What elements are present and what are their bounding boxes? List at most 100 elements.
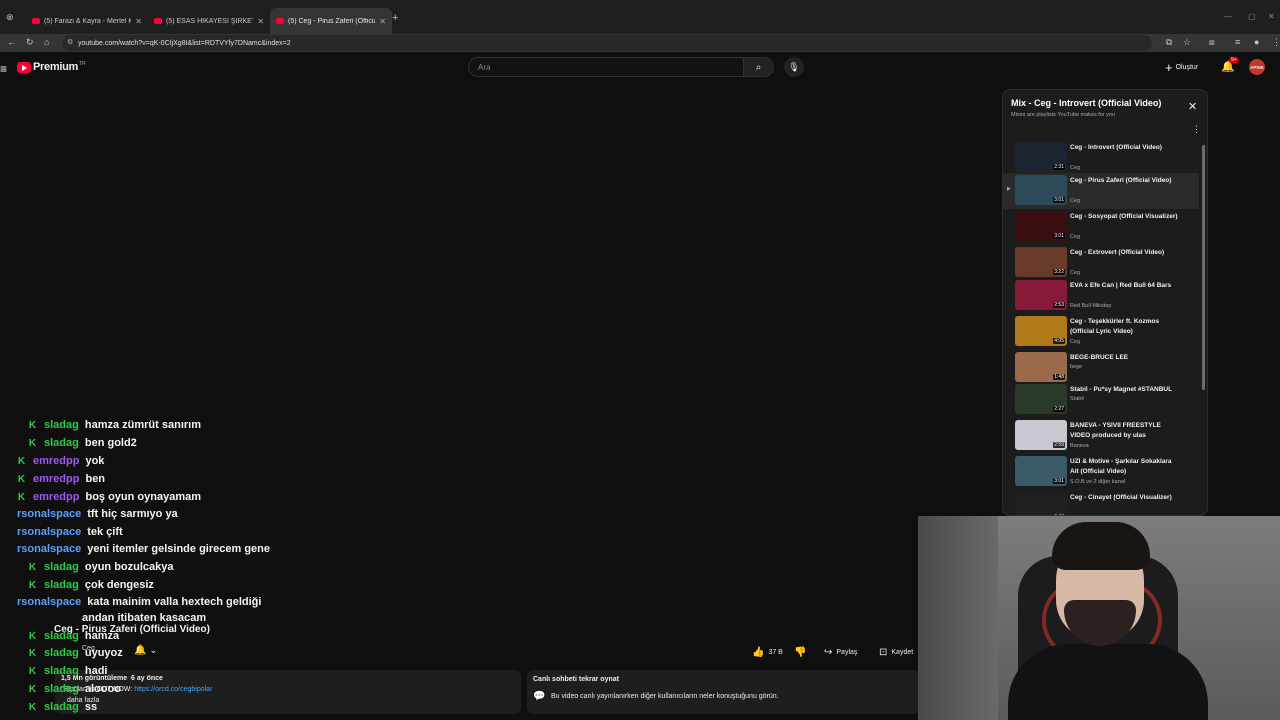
video-title[interactable]: BANEVA - YSIVII FREESTYLE VIDEO produced…: [1070, 421, 1180, 441]
maximize-icon[interactable]: ▢: [1248, 12, 1256, 21]
address-bar[interactable]: ⚙ youtube.com/watch?v=qK-0CtjXg8I&list=R…: [62, 35, 1152, 51]
browser-tab[interactable]: (5) Farazi & Kayra - Mertel Kavis✕: [26, 8, 148, 34]
playlist-item[interactable]: 3:22 Ceg - Extrovert (Official Video) Ceg: [1003, 245, 1199, 281]
kick-badge-icon: K: [17, 473, 26, 485]
avatar[interactable]: APSIK: [1249, 59, 1265, 75]
profile-icon[interactable]: ●: [1254, 37, 1259, 47]
playlist-item[interactable]: 1:48 BEGE-BRUCE LEE bege: [1003, 350, 1199, 386]
video-thumbnail[interactable]: 2:53: [1015, 280, 1067, 310]
chat-username[interactable]: sladag: [44, 419, 79, 431]
browser-menu-icon[interactable]: ⋮: [1272, 37, 1280, 48]
like-button[interactable]: 👍 37 B: [752, 644, 783, 660]
chat-username[interactable]: sladag: [44, 579, 79, 591]
playlist-item[interactable]: ▶ 3:01 Ceg - Pirus Zaferi (Official Video)…: [1003, 173, 1199, 209]
description-link[interactable]: https://orcd.co/cegbipolar: [134, 686, 212, 693]
video-thumbnail[interactable]: 3:01: [1015, 175, 1067, 205]
chat-username[interactable]: rsonalspace: [17, 526, 81, 538]
chat-username[interactable]: rsonalspace: [17, 543, 81, 555]
video-title[interactable]: Ceg - Cinayet (Official Visualizer): [1070, 493, 1180, 503]
dislike-button[interactable]: 👎: [794, 644, 810, 660]
chat-username[interactable]: sladag: [44, 647, 79, 659]
playlist-item[interactable]: 2:27 Stabil - Pu*sy Magnet #STANBUL Stabil: [1003, 382, 1199, 418]
close-icon[interactable]: ✕: [1188, 100, 1197, 113]
chat-username[interactable]: sladag: [44, 630, 79, 642]
video-thumbnail[interactable]: 3:01: [1015, 456, 1067, 486]
sidebar-icon[interactable]: ≡: [1235, 37, 1240, 47]
playlist-item[interactable]: 2:53 EVA x Efe Can | Red Bull 64 Bars Red …: [1003, 278, 1199, 314]
playlist-item[interactable]: 2:39Ceg - Cinayet (Official Visualizer): [1003, 490, 1199, 515]
chat-username[interactable]: emredpp: [33, 473, 79, 485]
video-title[interactable]: Ceg - Introvert (Official Video): [1070, 143, 1180, 153]
site-info-icon[interactable]: ⚙: [67, 38, 73, 46]
video-title[interactable]: Ceg - Sosyopat (Official Visualizer): [1070, 212, 1180, 222]
chat-username[interactable]: sladag: [44, 561, 79, 573]
notifications-button[interactable]: 🔔 9+: [1221, 57, 1239, 73]
voice-search-button[interactable]: 🎙: [784, 57, 804, 77]
plus-icon: +: [1165, 59, 1173, 75]
chat-username[interactable]: rsonalspace: [17, 596, 81, 608]
chat-username[interactable]: sladag: [44, 683, 79, 695]
video-thumbnail[interactable]: 2:27: [1015, 384, 1067, 414]
playlist-item[interactable]: 4:05 Ceg - Teşekkürler ft. Kozmos (Offici…: [1003, 314, 1199, 350]
playlist-title[interactable]: Mix - Ceg - Introvert (Official Video): [1011, 98, 1161, 108]
chat-message: Ksladag hamza: [28, 627, 119, 645]
video-thumbnail[interactable]: 2:59: [1015, 420, 1067, 450]
tab-search-icon[interactable]: ⊗: [6, 12, 14, 23]
guide-menu-icon[interactable]: ≡: [0, 62, 7, 76]
chat-text: yeni itemler gelsinde girecem gene: [87, 543, 270, 555]
video-title[interactable]: BEGE-BRUCE LEE: [1070, 353, 1180, 363]
youtube-premium-logo[interactable]: Premium TR: [17, 61, 86, 73]
video-title[interactable]: UZI & Motive - Şarkılar Sokaklara Ait (O…: [1070, 457, 1180, 477]
video-channel: Baneva: [1070, 443, 1089, 449]
video-title[interactable]: Ceg - Extrovert (Official Video): [1070, 248, 1180, 258]
video-title[interactable]: EVA x Efe Can | Red Bull 64 Bars: [1070, 281, 1180, 291]
home-icon[interactable]: ⌂: [44, 37, 49, 47]
playlist-item[interactable]: 3:01 Ceg - Sosyopat (Official Visualizer)…: [1003, 209, 1199, 245]
close-tab-icon[interactable]: ✕: [135, 17, 142, 26]
chat-username[interactable]: rsonalspace: [17, 508, 81, 520]
chat-username[interactable]: sladag: [44, 665, 79, 677]
chat-username[interactable]: sladag: [44, 701, 79, 713]
close-tab-icon[interactable]: ✕: [379, 17, 386, 26]
chat-username[interactable]: emredpp: [33, 491, 79, 503]
video-thumbnail[interactable]: 2:39: [1015, 492, 1067, 515]
create-button[interactable]: + Oluştur: [1165, 59, 1198, 75]
install-icon[interactable]: ⧉: [1166, 37, 1172, 48]
chat-username[interactable]: emredpp: [33, 455, 79, 467]
subscription-bell[interactable]: 🔔 ⌄: [134, 645, 158, 656]
search-button[interactable]: ⌕: [744, 57, 774, 77]
extensions-icon[interactable]: ⧈: [1209, 37, 1215, 48]
back-icon[interactable]: ←: [7, 37, 16, 47]
youtube-favicon-icon: [154, 18, 162, 24]
playlist-item[interactable]: 2:31 Ceg - Introvert (Official Video) Ceg: [1003, 140, 1199, 176]
video-title[interactable]: Ceg - Teşekkürler ft. Kozmos (Official L…: [1070, 317, 1180, 337]
minimize-icon[interactable]: —: [1224, 12, 1232, 21]
video-title[interactable]: Stabil - Pu*sy Magnet #STANBUL: [1070, 385, 1180, 395]
bookmark-star-icon[interactable]: ☆: [1183, 37, 1191, 48]
video-title[interactable]: Ceg - Pirus Zaferi (Official Video): [1070, 176, 1180, 186]
more-options-icon[interactable]: ⋮: [1192, 124, 1201, 135]
close-tab-icon[interactable]: ✕: [257, 17, 264, 26]
playlist-item[interactable]: 2:59 BANEVA - YSIVII FREESTYLE VIDEO prod…: [1003, 418, 1199, 454]
video-thumbnail[interactable]: 1:48: [1015, 352, 1067, 382]
search-input[interactable]: Ara: [468, 57, 744, 77]
description-box[interactable]: 1,5 Mn görüntüleme 6 ay önce "Bipolar" i…: [55, 670, 521, 714]
video-thumbnail[interactable]: 3:01: [1015, 211, 1067, 241]
video-thumbnail[interactable]: 3:22: [1015, 247, 1067, 277]
browser-tab[interactable]: (5) Ceg - Pirus Zaferi (Official V... ✕: [270, 8, 392, 34]
new-tab-button[interactable]: +: [392, 12, 398, 24]
browser-tab[interactable]: (5) ESAS HİKAYESİ ŞİRKETTİR 2... ✕: [148, 8, 270, 34]
save-button[interactable]: ⊡ Kaydet: [879, 644, 913, 660]
close-window-icon[interactable]: ✕: [1268, 12, 1275, 21]
chat-replay-box[interactable]: Canlı sohbeti tekrar oynat 💬 Bu video ca…: [527, 670, 920, 714]
chat-text: ben gold2: [84, 437, 137, 449]
reload-icon[interactable]: ↻: [26, 37, 34, 48]
chat-username[interactable]: sladag: [44, 437, 79, 449]
chat-message: rsonalspace tek çift: [17, 523, 123, 541]
video-channel: Ceg: [1070, 270, 1081, 276]
video-thumbnail[interactable]: 4:05: [1015, 316, 1067, 346]
playlist-scrollbar[interactable]: [1202, 145, 1205, 390]
playlist-item[interactable]: 3:01 UZI & Motive - Şarkılar Sokaklara Ai…: [1003, 454, 1199, 490]
video-thumbnail[interactable]: 2:31: [1015, 142, 1067, 172]
share-button[interactable]: ↪ Paylaş: [824, 644, 857, 660]
